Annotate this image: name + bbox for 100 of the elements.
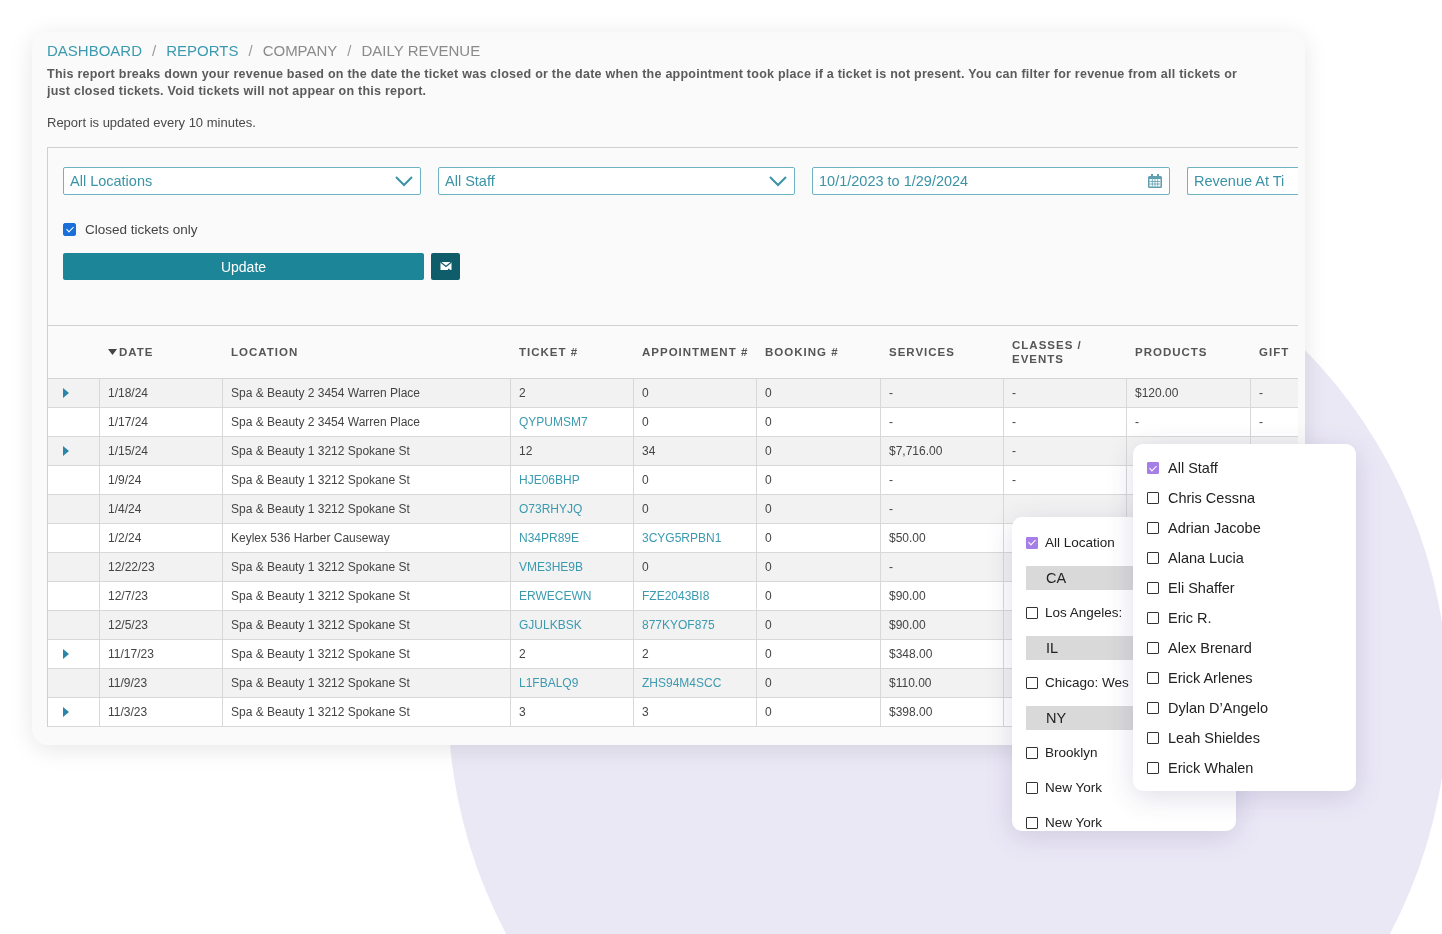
table-cell: Spa & Beauty 1 3212 Spokane St bbox=[231, 502, 410, 516]
table-cell: Spa & Beauty 1 3212 Spokane St bbox=[231, 444, 410, 458]
table-cell: 0 bbox=[765, 589, 772, 603]
breadcrumb-item: COMPANY bbox=[262, 41, 338, 59]
table-cell: 3 bbox=[519, 705, 526, 719]
column-header[interactable]: CLASSES / EVENTS bbox=[1012, 338, 1102, 366]
revenue-type-select[interactable]: Revenue At Ti bbox=[1187, 167, 1298, 195]
breadcrumb-item: DAILY REVENUE bbox=[361, 41, 481, 59]
option-checkbox[interactable] bbox=[1147, 612, 1159, 624]
table-cell: Spa & Beauty 1 3212 Spokane St bbox=[231, 560, 410, 574]
mail-icon bbox=[439, 261, 452, 272]
update-note: Report is updated every 10 minutes. bbox=[47, 115, 257, 132]
column-header[interactable]: PRODUCTS bbox=[1135, 345, 1208, 359]
breadcrumb-separator: / bbox=[248, 41, 253, 59]
column-header[interactable]: SERVICES bbox=[889, 345, 955, 359]
table-cell: 1/15/24 bbox=[108, 444, 149, 458]
email-button[interactable] bbox=[431, 253, 460, 280]
location-select[interactable]: All Locations bbox=[63, 167, 421, 195]
option-label[interactable]: All Location bbox=[1045, 535, 1115, 550]
table-cell: 11/17/23 bbox=[108, 647, 154, 661]
expand-icon[interactable] bbox=[62, 707, 70, 717]
column-header[interactable]: LOCATION bbox=[231, 345, 299, 359]
closed-tickets-checkbox[interactable] bbox=[63, 223, 76, 236]
option-checkbox[interactable] bbox=[1147, 552, 1159, 564]
table-cell: 12 bbox=[519, 444, 533, 458]
option-checkbox[interactable] bbox=[1147, 732, 1159, 744]
option-label[interactable]: Chicago: Wes bbox=[1045, 675, 1129, 690]
option-label[interactable]: New York bbox=[1045, 815, 1103, 830]
update-button[interactable]: Update bbox=[63, 253, 424, 280]
option-checkbox[interactable] bbox=[1026, 676, 1038, 689]
option-label[interactable]: Chris Cessna bbox=[1168, 490, 1256, 506]
table-cell: 0 bbox=[765, 444, 772, 458]
table-cell: - bbox=[1259, 415, 1263, 429]
option-label[interactable]: Brooklyn bbox=[1045, 745, 1098, 760]
option-label[interactable]: Eric R. bbox=[1168, 610, 1212, 626]
option-checkbox[interactable] bbox=[1147, 492, 1159, 504]
option-checkbox[interactable] bbox=[1026, 816, 1038, 829]
option-checkbox[interactable] bbox=[1147, 582, 1159, 594]
sort-icon[interactable] bbox=[108, 349, 117, 355]
table-cell: - bbox=[1012, 473, 1016, 487]
expand-icon[interactable] bbox=[62, 388, 70, 398]
option-checkbox[interactable] bbox=[1147, 702, 1159, 714]
option-checkbox[interactable] bbox=[1147, 642, 1159, 654]
table-cell: - bbox=[889, 473, 893, 487]
option-checkbox[interactable] bbox=[1026, 606, 1038, 619]
table-cell: $120.00 bbox=[1135, 386, 1179, 400]
table-cell: $398.00 bbox=[889, 705, 933, 719]
column-header[interactable]: DATE bbox=[119, 345, 154, 359]
table-cell: 12/7/23 bbox=[108, 589, 149, 603]
report-description: This report breaks down your revenue based on the date the ticket was closed or the date when the appointment took place if a ticket is not present. You can filter for revenue from all tickets or just closed tickets. Void tickets will not appear on this report. bbox=[47, 66, 1239, 100]
chevron-down-icon bbox=[768, 175, 788, 187]
staff-select[interactable]: All Staff bbox=[438, 167, 795, 195]
table-cell: $90.00 bbox=[889, 618, 926, 632]
table-cell: 0 bbox=[642, 560, 649, 574]
checkbox-label: Closed tickets only bbox=[85, 222, 198, 237]
table-cell: $50.00 bbox=[889, 531, 926, 545]
table-cell: 12/22/23 bbox=[108, 560, 155, 574]
table-cell: Spa & Beauty 2 3454 Warren Place bbox=[231, 415, 420, 429]
expand-icon[interactable] bbox=[62, 649, 70, 659]
option-label[interactable]: Alana Lucia bbox=[1168, 550, 1244, 566]
option-label[interactable]: Los Angeles: bbox=[1045, 605, 1123, 620]
table-cell: $90.00 bbox=[889, 589, 926, 603]
table-cell: 11/9/23 bbox=[108, 676, 148, 690]
option-label[interactable]: All Staff bbox=[1168, 460, 1218, 476]
table-cell: Spa & Beauty 1 3212 Spokane St bbox=[231, 705, 410, 719]
chevron-down-icon bbox=[394, 175, 414, 187]
column-header[interactable]: GIFT bbox=[1259, 345, 1290, 359]
table-cell: 0 bbox=[642, 386, 649, 400]
table-cell: 0 bbox=[765, 560, 772, 574]
option-checkbox[interactable] bbox=[1147, 672, 1159, 684]
table-cell: $110.00 bbox=[889, 676, 932, 690]
table-cell: 0 bbox=[765, 618, 772, 632]
option-checkbox[interactable] bbox=[1147, 462, 1159, 474]
table-cell: - bbox=[889, 386, 893, 400]
column-header[interactable]: BOOKING # bbox=[765, 345, 839, 359]
table-cell: $7,716.00 bbox=[889, 444, 943, 458]
table-cell: 2 bbox=[519, 647, 526, 661]
date-range-field[interactable]: 10/1/2023 to 1/29/2024 bbox=[812, 167, 1170, 195]
option-label[interactable]: New York bbox=[1045, 780, 1103, 795]
table-cell: 1/17/24 bbox=[108, 415, 149, 429]
table-cell: Spa & Beauty 1 3212 Spokane St bbox=[231, 618, 410, 632]
option-label[interactable]: Leah Shieldes bbox=[1168, 730, 1260, 746]
table-cell: - bbox=[889, 560, 893, 574]
table-cell: Spa & Beauty 1 3212 Spokane St bbox=[231, 473, 410, 487]
option-checkbox[interactable] bbox=[1026, 536, 1038, 549]
option-checkbox[interactable] bbox=[1026, 781, 1038, 794]
table-cell: 0 bbox=[765, 473, 772, 487]
option-checkbox[interactable] bbox=[1147, 522, 1159, 534]
option-label[interactable]: Adrian Jacobe bbox=[1168, 520, 1261, 536]
option-checkbox[interactable] bbox=[1147, 762, 1159, 774]
table-cell: 1/4/24 bbox=[108, 502, 142, 516]
calendar-icon bbox=[1147, 173, 1163, 189]
option-label[interactable]: Erick Arlenes bbox=[1168, 670, 1253, 686]
expand-icon[interactable] bbox=[62, 446, 70, 456]
table-cell: Keylex 536 Harber Causeway bbox=[231, 531, 390, 545]
option-label[interactable]: Erick Whalen bbox=[1168, 760, 1254, 776]
column-header[interactable]: APPOINTMENT # bbox=[642, 345, 749, 359]
table-cell: 0 bbox=[765, 415, 772, 429]
option-checkbox[interactable] bbox=[1026, 746, 1038, 759]
column-header[interactable]: TICKET # bbox=[519, 345, 579, 359]
